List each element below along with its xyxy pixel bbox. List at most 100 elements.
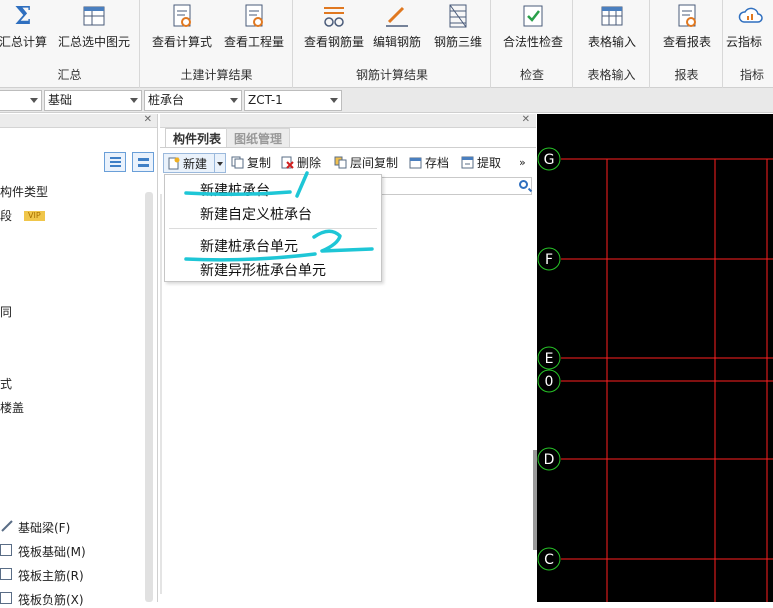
new-dropdown-menu: 新建桩承台 新建自定义桩承台 新建桩承台单元 新建异形桩承台单元 bbox=[164, 174, 382, 282]
list-view-button[interactable] bbox=[104, 152, 126, 172]
more-button[interactable]: » bbox=[519, 153, 526, 173]
ribbon-group-indicator: 云指标 指标 bbox=[724, 0, 773, 88]
extract-button[interactable]: 提取 bbox=[461, 153, 501, 173]
group-title-rebar: 钢筋计算结果 bbox=[355, 68, 428, 82]
view-formula-button[interactable]: 查看计算式 bbox=[146, 0, 218, 64]
ribbon-group-table-input: 表格输入 表格输入 bbox=[574, 0, 650, 88]
table-calc-icon bbox=[83, 6, 105, 26]
copy-icon bbox=[231, 155, 244, 169]
menu-item-new-pile-cap[interactable]: 新建桩承台 bbox=[200, 180, 270, 200]
axis-label-e[interactable]: E bbox=[537, 346, 561, 370]
category-select[interactable]: 基础 bbox=[44, 90, 142, 111]
floor-select[interactable] bbox=[0, 90, 42, 111]
group-title-indicator: 指标 bbox=[740, 68, 765, 82]
drawing-canvas[interactable]: G F E 0 D C bbox=[537, 114, 773, 602]
tree-item-foundation-beam[interactable]: 基础梁(F) bbox=[18, 519, 70, 536]
vip-badge: VIP bbox=[24, 211, 45, 221]
axis-label-d[interactable]: D bbox=[537, 447, 561, 471]
svg-text:C: C bbox=[544, 552, 554, 568]
copy-between-floors-button[interactable]: 层间复制 bbox=[334, 153, 398, 173]
svg-text:G: G bbox=[544, 152, 555, 168]
chevron-down-icon bbox=[130, 98, 138, 103]
close-icon[interactable]: ✕ bbox=[144, 114, 152, 126]
tab-component-list[interactable]: 构件列表 bbox=[165, 128, 230, 148]
raft-foundation-icon bbox=[0, 544, 12, 556]
list-panel-titlebar: ✕ bbox=[160, 114, 536, 128]
sigma-icon: Σ bbox=[15, 2, 32, 30]
axis-grid-drawing: G F E 0 D C bbox=[537, 147, 773, 602]
report-icon bbox=[678, 4, 696, 27]
tree-item-raft-negative-rebar[interactable]: 筏板负筋(X) bbox=[18, 591, 84, 608]
chevron-down-icon bbox=[230, 98, 238, 103]
tree-item-raft-main-rebar[interactable]: 筏板主筋(R) bbox=[18, 567, 84, 584]
quantity-icon bbox=[245, 4, 263, 27]
raft-negative-rebar-icon bbox=[0, 592, 12, 604]
type-select[interactable]: 桩承台 bbox=[144, 90, 242, 111]
raft-main-rebar-icon bbox=[0, 568, 12, 580]
rebar-glasses-icon bbox=[324, 7, 344, 27]
tab-drawing-management[interactable]: 图纸管理 bbox=[226, 128, 291, 148]
archive-icon bbox=[409, 155, 422, 169]
floor-copy-icon bbox=[334, 155, 347, 169]
ribbon-group-rebar: 查看钢筋量 编辑钢筋 钢筋三维 钢筋计算结果 bbox=[294, 0, 491, 88]
nav-item-style[interactable]: 式 bbox=[0, 375, 12, 392]
view-rebar-button[interactable]: 查看钢筋量 bbox=[302, 0, 366, 64]
svg-text:D: D bbox=[544, 452, 555, 468]
group-title-civil: 土建计算结果 bbox=[180, 68, 253, 82]
table-input-button[interactable]: 表格输入 bbox=[578, 0, 646, 64]
nav-scrollbar[interactable] bbox=[145, 192, 153, 602]
nav-item-floor-cover[interactable]: 楼盖 bbox=[0, 399, 24, 416]
copy-button[interactable]: 复制 bbox=[231, 153, 271, 173]
menu-separator bbox=[169, 228, 377, 229]
search-icon[interactable] bbox=[519, 180, 528, 189]
nav-item-same[interactable]: 同 bbox=[0, 303, 12, 320]
new-doc-icon bbox=[167, 156, 180, 170]
view-quantity-button[interactable]: 查看工程量 bbox=[218, 0, 290, 64]
group-title-table-input: 表格输入 bbox=[587, 68, 636, 82]
svg-text:F: F bbox=[545, 252, 553, 268]
summary-selected-button[interactable]: 汇总选中图元 bbox=[54, 0, 134, 64]
nav-panel-titlebar: ✕ bbox=[0, 114, 157, 128]
search-input[interactable] bbox=[380, 177, 532, 195]
component-select[interactable]: ZCT-1 bbox=[244, 90, 342, 111]
ribbon-toolbar: Σ 汇总计算 汇总选中图元 汇总 查看计算式 查看工程量 土建计算结果 查看钢筋… bbox=[0, 0, 773, 88]
group-title-summary: 汇总 bbox=[57, 68, 82, 82]
summary-calc-button[interactable]: Σ 汇总计算 bbox=[0, 0, 50, 64]
menu-item-new-custom-pile-cap[interactable]: 新建自定义桩承台 bbox=[200, 204, 312, 224]
menu-item-new-pile-cap-unit[interactable]: 新建桩承台单元 bbox=[200, 236, 298, 256]
axis-label-0[interactable]: 0 bbox=[537, 369, 561, 393]
formula-icon bbox=[173, 4, 191, 27]
svg-text:Σ: Σ bbox=[15, 2, 32, 30]
group-title-check: 检查 bbox=[519, 68, 544, 82]
view-report-button[interactable]: 查看报表 bbox=[655, 0, 719, 64]
close-icon[interactable]: ✕ bbox=[522, 114, 530, 126]
axis-label-g[interactable]: G bbox=[537, 147, 561, 171]
rebar-3d-button[interactable]: 钢筋三维 bbox=[428, 0, 488, 64]
delete-icon bbox=[281, 155, 294, 169]
tree-item-raft-foundation[interactable]: 筏板基础(M) bbox=[18, 543, 86, 560]
table-input-icon bbox=[601, 6, 623, 26]
detail-view-button[interactable] bbox=[132, 152, 154, 172]
pencil-icon bbox=[386, 6, 408, 27]
axis-label-f[interactable]: F bbox=[537, 247, 561, 271]
delete-button[interactable]: 删除 bbox=[281, 153, 321, 173]
axis-label-c[interactable]: C bbox=[537, 547, 561, 571]
selector-bar: 基础 桩承台 ZCT-1 bbox=[0, 88, 773, 113]
nav-item-component-type[interactable]: 构件类型 bbox=[0, 183, 48, 200]
new-button[interactable]: 新建 bbox=[163, 153, 226, 173]
cloud-indicator-button[interactable]: 云指标 bbox=[726, 0, 773, 64]
list-left-border bbox=[160, 194, 162, 594]
svg-text:E: E bbox=[545, 351, 554, 367]
check-icon bbox=[523, 5, 543, 27]
ribbon-group-summary: Σ 汇总计算 汇总选中图元 汇总 bbox=[0, 0, 140, 88]
list-toolbar: 新建 复制 删除 层间复制 存档 提取 » bbox=[160, 151, 536, 175]
edit-rebar-button[interactable]: 编辑钢筋 bbox=[368, 0, 426, 64]
rebar-3d-icon bbox=[449, 4, 467, 28]
menu-item-new-irregular-pile-cap-unit[interactable]: 新建异形桩承台单元 bbox=[200, 260, 326, 280]
svg-text:0: 0 bbox=[545, 374, 554, 390]
nav-item-segment[interactable]: 段 VIP bbox=[0, 207, 45, 224]
chevron-down-icon[interactable] bbox=[214, 154, 225, 172]
validity-check-button[interactable]: 合法性检查 bbox=[496, 0, 570, 64]
archive-button[interactable]: 存档 bbox=[409, 153, 449, 173]
horizontal-grid-lines bbox=[561, 158, 773, 560]
